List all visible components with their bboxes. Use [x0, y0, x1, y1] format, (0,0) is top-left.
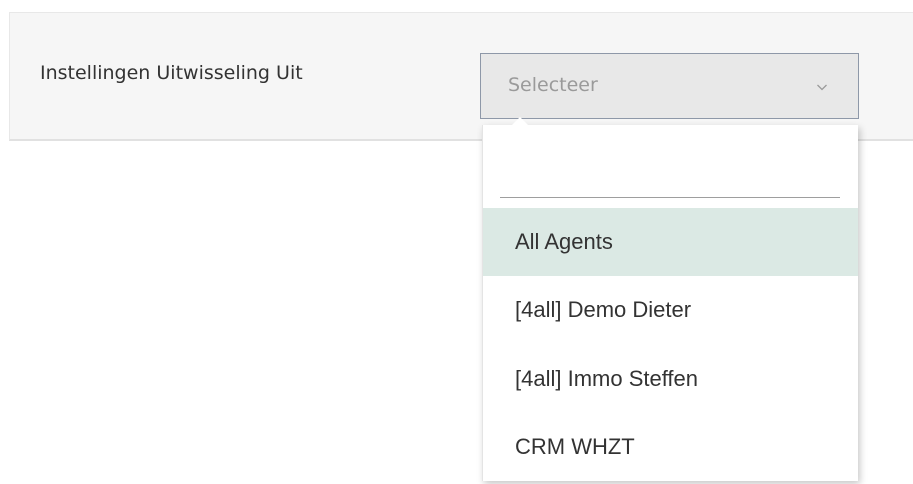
option-all-agents[interactable]: All Agents [483, 208, 858, 276]
option-crm-whzt[interactable]: CRM WHZT [483, 413, 858, 481]
dropdown-caret [512, 117, 528, 125]
dropdown-menu: All Agents [4all] Demo Dieter [4all] Imm… [482, 117, 858, 481]
dropdown-search-input[interactable] [500, 169, 840, 198]
select-placeholder: Selecteer [508, 74, 598, 96]
option-immo-steffen[interactable]: [4all] Immo Steffen [483, 345, 858, 413]
chevron-down-icon [817, 84, 827, 91]
settings-label: Instellingen Uitwisseling Uit [40, 62, 303, 84]
agent-select[interactable]: Selecteer [480, 53, 859, 119]
page: Instellingen Uitwisseling Uit Selecteer … [0, 0, 913, 484]
option-demo-dieter[interactable]: [4all] Demo Dieter [483, 276, 858, 344]
